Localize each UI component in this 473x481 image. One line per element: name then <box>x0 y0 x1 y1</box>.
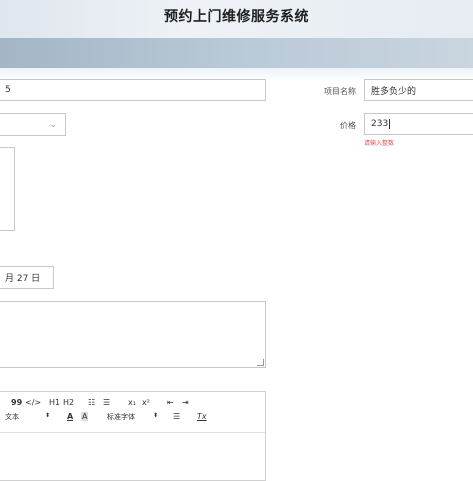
heading2-icon[interactable]: H2 <box>63 398 74 407</box>
font-color-icon[interactable]: A <box>67 412 73 421</box>
editor-toolbar-divider <box>0 432 265 433</box>
resize-handle-icon[interactable] <box>257 359 264 366</box>
project-name-label: 项目名称 <box>324 87 356 96</box>
superscript-icon[interactable]: x² <box>142 398 150 407</box>
rich-text-editor[interactable]: 99 </> H1 H2 ☷ ☰ x₁ x² ⇤ ⇥ 文本 ⬍ A A 标准字体… <box>0 391 266 481</box>
outdent-icon[interactable]: ⇤ <box>167 398 174 407</box>
font-family-arrow-icon: ⬍ <box>153 412 159 419</box>
font-family-select[interactable]: 标准字体 <box>107 412 135 422</box>
app-header: 预约上门维修服务系统 <box>0 0 473 38</box>
bullet-list-icon[interactable]: ☰ <box>103 398 110 407</box>
price-input[interactable]: 233 <box>364 113 473 135</box>
image-upload-box[interactable] <box>0 147 15 231</box>
editor-toolbar-row-1: 99 </> H1 H2 ☷ ☰ x₁ x² ⇤ ⇥ <box>0 398 265 410</box>
nav-bar <box>0 38 473 68</box>
text-size-select[interactable]: 文本 <box>5 412 19 422</box>
blockquote-icon[interactable]: 99 <box>11 398 22 407</box>
heading1-icon[interactable]: H1 <box>49 398 60 407</box>
code-icon[interactable]: </> <box>25 398 41 407</box>
select-field[interactable]: ⌄ <box>0 113 66 136</box>
project-name-input[interactable]: 胜多负少的 <box>364 79 473 101</box>
textarea-field[interactable] <box>0 301 266 368</box>
price-value: 233 <box>371 119 389 129</box>
text-cursor <box>389 119 391 129</box>
price-label: 价格 <box>340 121 356 130</box>
app-title: 预约上门维修服务系统 <box>164 9 309 25</box>
text-field-1-value: 5 <box>5 85 11 95</box>
subscript-icon[interactable]: x₁ <box>128 398 136 407</box>
align-icon[interactable]: ☰ <box>173 412 180 421</box>
chevron-down-icon: ⌄ <box>49 119 57 130</box>
date-value: 月 27 日 <box>5 274 41 284</box>
editor-toolbar-row-2: 文本 ⬍ A A 标准字体 ⬍ ☰ Tx <box>0 412 265 424</box>
project-name-value: 胜多负少的 <box>371 86 417 97</box>
text-field-1[interactable]: 5 <box>0 79 266 101</box>
date-picker[interactable]: 月 27 日 <box>0 266 54 289</box>
indent-icon[interactable]: ⇥ <box>182 398 189 407</box>
clear-format-icon[interactable]: Tx <box>197 412 207 421</box>
text-size-arrow-icon: ⬍ <box>45 412 51 419</box>
price-error-message: 请输入整数 <box>364 140 395 147</box>
background-color-icon[interactable]: A <box>81 412 89 421</box>
ordered-list-icon[interactable]: ☷ <box>88 398 95 407</box>
